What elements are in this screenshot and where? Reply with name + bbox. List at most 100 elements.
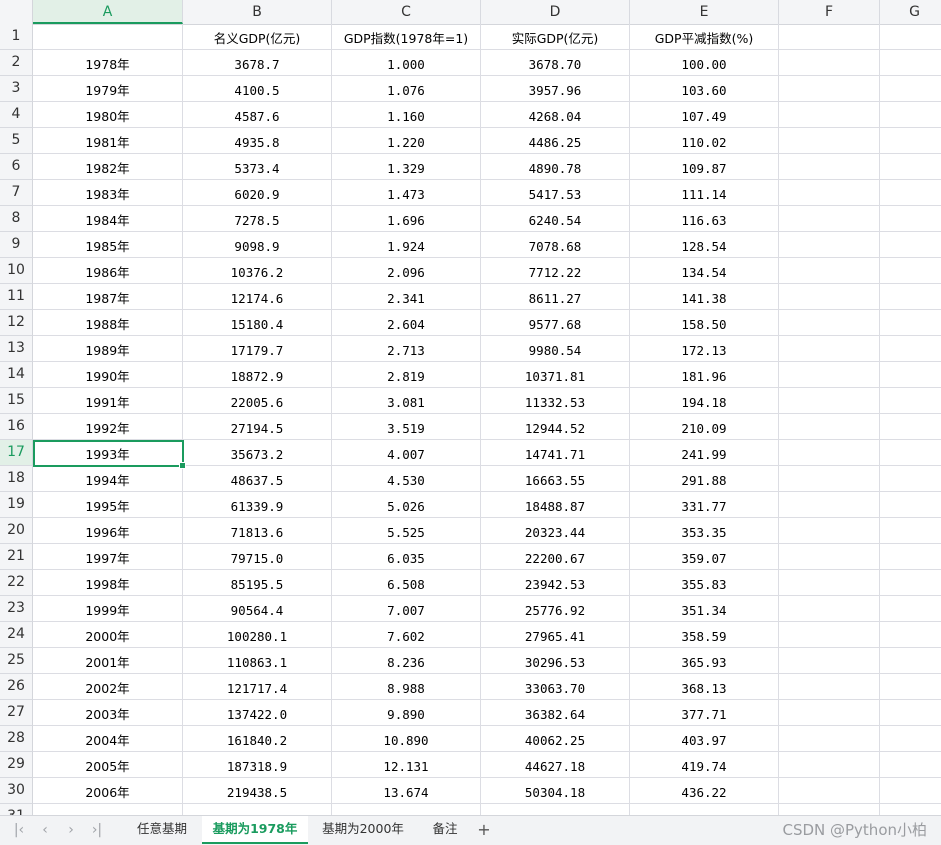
year-cell[interactable]: 1998年	[33, 570, 183, 596]
year-cell[interactable]: 1979年	[33, 76, 183, 102]
row-number[interactable]: 19	[0, 492, 33, 518]
year-cell[interactable]: 2001年	[33, 648, 183, 674]
real-gdp-cell[interactable]: 7712.22	[481, 258, 630, 284]
real-gdp-cell[interactable]: 11332.53	[481, 388, 630, 414]
empty-cell[interactable]	[880, 258, 941, 284]
deflator-cell[interactable]: 194.18	[630, 388, 779, 414]
real-gdp-cell[interactable]: 6240.54	[481, 206, 630, 232]
empty-cell[interactable]	[779, 24, 880, 50]
row-number[interactable]: 26	[0, 674, 33, 700]
empty-cell[interactable]	[779, 76, 880, 102]
nominal-gdp-cell[interactable]: 90564.4	[183, 596, 332, 622]
empty-cell[interactable]	[779, 596, 880, 622]
gdp-index-cell[interactable]: 7.602	[332, 622, 481, 648]
empty-cell[interactable]	[779, 258, 880, 284]
deflator-cell[interactable]: 419.74	[630, 752, 779, 778]
nominal-gdp-cell[interactable]: 12174.6	[183, 284, 332, 310]
row-number[interactable]: 21	[0, 544, 33, 570]
real-gdp-cell[interactable]: 14741.71	[481, 440, 630, 466]
year-cell[interactable]: 1991年	[33, 388, 183, 414]
row-number[interactable]: 18	[0, 466, 33, 492]
gdp-index-cell[interactable]: 1.924	[332, 232, 481, 258]
real-gdp-cell[interactable]: 40062.25	[481, 726, 630, 752]
empty-cell[interactable]	[880, 362, 941, 388]
row-number[interactable]: 2	[0, 50, 33, 76]
real-gdp-cell[interactable]: 4268.04	[481, 102, 630, 128]
nominal-gdp-cell[interactable]: 4100.5	[183, 76, 332, 102]
row-number[interactable]: 30	[0, 778, 33, 804]
nominal-gdp-cell[interactable]: 121717.4	[183, 674, 332, 700]
row-number[interactable]: 16	[0, 414, 33, 440]
deflator-cell[interactable]: 128.54	[630, 232, 779, 258]
column-header-e[interactable]: E	[630, 0, 779, 24]
empty-cell[interactable]	[880, 596, 941, 622]
nominal-gdp-cell[interactable]: 7278.5	[183, 206, 332, 232]
row-number[interactable]: 3	[0, 76, 33, 102]
empty-cell[interactable]	[779, 752, 880, 778]
empty-cell[interactable]	[880, 752, 941, 778]
empty-cell[interactable]	[880, 232, 941, 258]
real-gdp-cell[interactable]: 20323.44	[481, 518, 630, 544]
real-gdp-cell[interactable]: 12944.52	[481, 414, 630, 440]
empty-cell[interactable]	[880, 674, 941, 700]
gdp-index-cell[interactable]: 2.713	[332, 336, 481, 362]
deflator-cell[interactable]: 368.13	[630, 674, 779, 700]
empty-cell[interactable]	[880, 284, 941, 310]
empty-cell[interactable]	[779, 388, 880, 414]
gdp-index-cell[interactable]: 1.473	[332, 180, 481, 206]
nominal-gdp-cell[interactable]: 18872.9	[183, 362, 332, 388]
real-gdp-cell[interactable]: 3957.96	[481, 76, 630, 102]
empty-cell[interactable]	[779, 50, 880, 76]
row-number[interactable]: 27	[0, 700, 33, 726]
year-cell[interactable]: 2003年	[33, 700, 183, 726]
real-gdp-cell[interactable]: 8611.27	[481, 284, 630, 310]
empty-cell[interactable]	[779, 284, 880, 310]
real-gdp-cell[interactable]: 4486.25	[481, 128, 630, 154]
tab-notes[interactable]: 备注	[420, 816, 470, 844]
gdp-index-cell[interactable]: 3.081	[332, 388, 481, 414]
gdp-index-cell[interactable]: 5.525	[332, 518, 481, 544]
real-gdp-cell[interactable]: 27965.41	[481, 622, 630, 648]
empty-cell[interactable]	[779, 362, 880, 388]
year-cell[interactable]: 2006年	[33, 778, 183, 804]
empty-cell[interactable]	[779, 622, 880, 648]
year-cell[interactable]: 1990年	[33, 362, 183, 388]
real-gdp-cell[interactable]: 30296.53	[481, 648, 630, 674]
prev-sheet-icon[interactable]: ‹	[36, 821, 54, 839]
last-sheet-icon[interactable]: ›|	[88, 821, 106, 839]
row-number[interactable]: 10	[0, 258, 33, 284]
empty-cell[interactable]	[880, 804, 941, 815]
tab-arbitrary-base[interactable]: 任意基期	[122, 816, 202, 844]
nominal-gdp-cell[interactable]: 9098.9	[183, 232, 332, 258]
row-number[interactable]: 20	[0, 518, 33, 544]
nominal-gdp-cell[interactable]: 4587.6	[183, 102, 332, 128]
deflator-cell[interactable]: 111.14	[630, 180, 779, 206]
row-number[interactable]: 9	[0, 232, 33, 258]
gdp-index-cell[interactable]: 1.329	[332, 154, 481, 180]
empty-cell[interactable]	[880, 102, 941, 128]
year-cell[interactable]: 2000年	[33, 622, 183, 648]
real-gdp-cell[interactable]: 16663.55	[481, 466, 630, 492]
year-cell[interactable]: 1996年	[33, 518, 183, 544]
empty-cell[interactable]	[880, 648, 941, 674]
nominal-gdp-cell[interactable]: 219438.5	[183, 778, 332, 804]
nominal-gdp-cell[interactable]: 10376.2	[183, 258, 332, 284]
empty-cell[interactable]	[880, 700, 941, 726]
nominal-gdp-cell[interactable]: 22005.6	[183, 388, 332, 414]
row-number[interactable]: 31	[0, 804, 33, 815]
tab-base-2000[interactable]: 基期为2000年	[312, 816, 414, 844]
year-cell[interactable]: 1987年	[33, 284, 183, 310]
gdp-index-cell[interactable]: 2.096	[332, 258, 481, 284]
empty-cell[interactable]	[779, 648, 880, 674]
gdp-index-cell[interactable]: 3.519	[332, 414, 481, 440]
empty-cell[interactable]	[880, 726, 941, 752]
nominal-gdp-cell[interactable]: 85195.5	[183, 570, 332, 596]
empty-cell[interactable]	[880, 50, 941, 76]
gdp-index-cell[interactable]: 1.220	[332, 128, 481, 154]
deflator-cell[interactable]: 134.54	[630, 258, 779, 284]
nominal-gdp-cell[interactable]: 48637.5	[183, 466, 332, 492]
gdp-index-cell[interactable]: 10.890	[332, 726, 481, 752]
year-cell[interactable]	[33, 804, 183, 815]
deflator-cell[interactable]: 241.99	[630, 440, 779, 466]
empty-cell[interactable]	[880, 778, 941, 804]
